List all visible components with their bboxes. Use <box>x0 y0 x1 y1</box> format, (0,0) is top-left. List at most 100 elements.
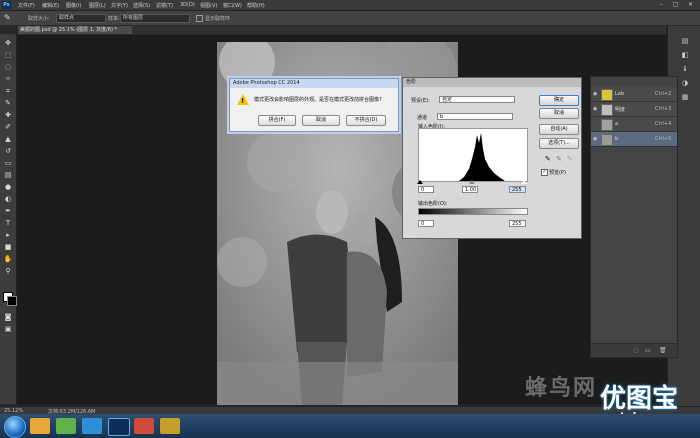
windows-taskbar <box>0 414 700 438</box>
eyedropper-icon[interactable]: ✎ <box>4 13 11 22</box>
menu-3d[interactable]: 3D(D) <box>180 2 195 8</box>
input-black-slider[interactable] <box>417 180 423 184</box>
menu-select[interactable]: 选择(S) <box>133 2 150 9</box>
menu-view[interactable]: 视图(V) <box>200 2 217 9</box>
input-white-slider[interactable] <box>521 180 527 184</box>
healing-tool-icon[interactable]: ✚ <box>3 110 13 120</box>
dodge-tool-icon[interactable]: ◐ <box>3 194 13 204</box>
input-black-field[interactable]: 0 <box>418 186 434 193</box>
input-gamma-slider[interactable] <box>469 180 475 184</box>
move-tool-icon[interactable]: ✥ <box>3 38 13 48</box>
gradient-tool-icon[interactable]: ▤ <box>3 170 13 180</box>
dialog-message: 模式更改会影响图层的外观。是否在模式更改前拼合图像? <box>254 97 382 103</box>
options-bar: ✎ 取样大小: 取样点 样本: 所有图层 显示取样环 <box>0 11 700 26</box>
channel-select[interactable]: b <box>437 113 513 120</box>
channel-row[interactable]: ◉ Lab Ctrl+2 <box>591 87 677 102</box>
menu-image[interactable]: 图像(I) <box>66 2 81 9</box>
crop-tool-icon[interactable]: ⌗ <box>3 86 13 96</box>
menu-help[interactable]: 帮助(H) <box>247 2 265 9</box>
shape-tool-icon[interactable]: ■ <box>3 242 13 252</box>
quick-mask-icon[interactable]: ◙ <box>3 312 13 322</box>
maximize-button[interactable]: □ <box>669 1 682 9</box>
visibility-eye-icon[interactable]: ◉ <box>593 91 599 97</box>
taskbar-app-icon[interactable] <box>160 418 180 434</box>
history-panel-icon[interactable]: ▤ <box>680 36 690 46</box>
auto-button[interactable]: 自动(A) <box>539 124 579 135</box>
color-panel-icon[interactable]: ◑ <box>680 78 690 88</box>
type-tool-icon[interactable]: T <box>3 218 13 228</box>
dont-flatten-button[interactable]: 不拼合(D) <box>346 115 386 126</box>
levels-dialog: 色阶 预设(E): 自定 通道 b 输入色阶(I): 0 1.00 255 输出… <box>402 77 582 239</box>
photoshop-logo-icon: Ps <box>2 1 11 9</box>
output-white-field[interactable]: 255 <box>509 220 526 227</box>
delete-channel-icon[interactable]: 🗑 <box>659 347 667 354</box>
brush-tool-icon[interactable]: ✐ <box>3 122 13 132</box>
tools-panel: ✥ ⬚ ◌ ✧ ⌗ ✎ ✚ ✐ ▲ ↺ ▭ ▤ ● ◐ ✒ T ▸ ■ ✋ ⚲ … <box>0 34 17 404</box>
taskbar-app-icon[interactable] <box>56 418 76 434</box>
preset-select[interactable]: 自定 <box>439 96 515 103</box>
document-tab[interactable]: 美顺的图.psd @ 25.1% (图层 1, 灰度/8) * <box>18 26 132 34</box>
taskbar-photoshop-icon[interactable] <box>108 418 130 436</box>
swatches-panel-icon[interactable]: ▦ <box>680 92 690 102</box>
options-button[interactable]: 选项(T)... <box>539 138 579 149</box>
cancel-button[interactable]: 取消 <box>302 115 340 126</box>
visibility-eye-icon[interactable]: ◉ <box>593 106 599 112</box>
sample-select[interactable]: 所有图层 <box>120 14 190 23</box>
black-eyedropper-icon[interactable]: ✎ <box>545 155 551 163</box>
channel-shortcut: Ctrl+2 <box>655 91 672 97</box>
menu-layer[interactable]: 图层(L) <box>89 2 106 9</box>
eyedropper-tool-icon[interactable]: ✎ <box>3 98 13 108</box>
output-gradient-bar <box>418 208 528 215</box>
zoom-tool-icon[interactable]: ⚲ <box>3 266 13 276</box>
start-button[interactable] <box>4 416 26 438</box>
channel-row-selected[interactable]: ◉ b Ctrl+5 <box>591 132 677 147</box>
channel-shortcut: Ctrl+4 <box>655 121 672 127</box>
menu-edit[interactable]: 编辑(E) <box>42 2 59 9</box>
preview-checkbox[interactable]: ✓ <box>541 169 548 176</box>
input-white-field[interactable]: 255 <box>509 186 526 193</box>
white-eyedropper-icon[interactable]: ✎ <box>567 155 573 163</box>
visibility-eye-icon[interactable]: ◉ <box>593 136 599 142</box>
sample-size-select[interactable]: 取样点 <box>56 14 106 23</box>
pen-tool-icon[interactable]: ✒ <box>3 206 13 216</box>
channel-row[interactable]: ◉ 明度 Ctrl+3 <box>591 102 677 117</box>
ok-button[interactable]: 确定 <box>539 95 579 106</box>
hand-tool-icon[interactable]: ✋ <box>3 254 13 264</box>
blur-tool-icon[interactable]: ● <box>3 182 13 192</box>
channel-row[interactable]: a Ctrl+4 <box>591 117 677 132</box>
eraser-tool-icon[interactable]: ▭ <box>3 158 13 168</box>
menu-file[interactable]: 文件(F) <box>18 2 35 9</box>
show-ring-checkbox[interactable] <box>196 15 203 22</box>
taskbar-app-icon[interactable] <box>82 418 102 434</box>
path-select-tool-icon[interactable]: ▸ <box>3 230 13 240</box>
flatten-button[interactable]: 拼合(F) <box>258 115 296 126</box>
menu-type[interactable]: 文字(Y) <box>111 2 128 9</box>
gray-eyedropper-icon[interactable]: ✎ <box>556 155 562 163</box>
visibility-eye-icon[interactable] <box>593 121 599 127</box>
history-brush-tool-icon[interactable]: ↺ <box>3 146 13 156</box>
close-button[interactable]: ✕ <box>684 1 697 9</box>
dialog-title: 色阶 <box>403 78 581 87</box>
load-selection-icon[interactable]: ◌ <box>633 347 638 354</box>
marquee-tool-icon[interactable]: ⬚ <box>3 50 13 60</box>
background-color-swatch[interactable] <box>7 296 17 306</box>
menu-window[interactable]: 窗口(W) <box>223 2 242 9</box>
input-gamma-field[interactable]: 1.00 <box>462 186 478 193</box>
screen-mode-icon[interactable]: ▣ <box>3 324 13 334</box>
output-black-field[interactable]: 0 <box>418 220 434 227</box>
flatten-warning-dialog: Adobe Photoshop CC 2014 ! 模式更改会影响图层的外观。是… <box>229 78 399 132</box>
lasso-tool-icon[interactable]: ◌ <box>3 62 13 72</box>
dialog-title: Adobe Photoshop CC 2014 <box>230 79 398 88</box>
cancel-button[interactable]: 取消 <box>539 108 579 119</box>
minimize-button[interactable]: – <box>655 1 668 9</box>
taskbar-explorer-icon[interactable] <box>30 418 50 434</box>
properties-panel-icon[interactable]: ℹ <box>680 64 690 74</box>
stamp-tool-icon[interactable]: ▲ <box>3 134 13 144</box>
adjustments-panel-icon[interactable]: ◧ <box>680 50 690 60</box>
new-channel-icon[interactable]: ▭ <box>645 347 651 354</box>
watermark-site-text: 蜂鸟网 <box>525 376 598 401</box>
channel-shortcut: Ctrl+5 <box>655 136 672 142</box>
quick-select-tool-icon[interactable]: ✧ <box>3 74 13 84</box>
taskbar-app-icon[interactable] <box>134 418 154 434</box>
menu-filter[interactable]: 滤镜(T) <box>156 2 173 9</box>
